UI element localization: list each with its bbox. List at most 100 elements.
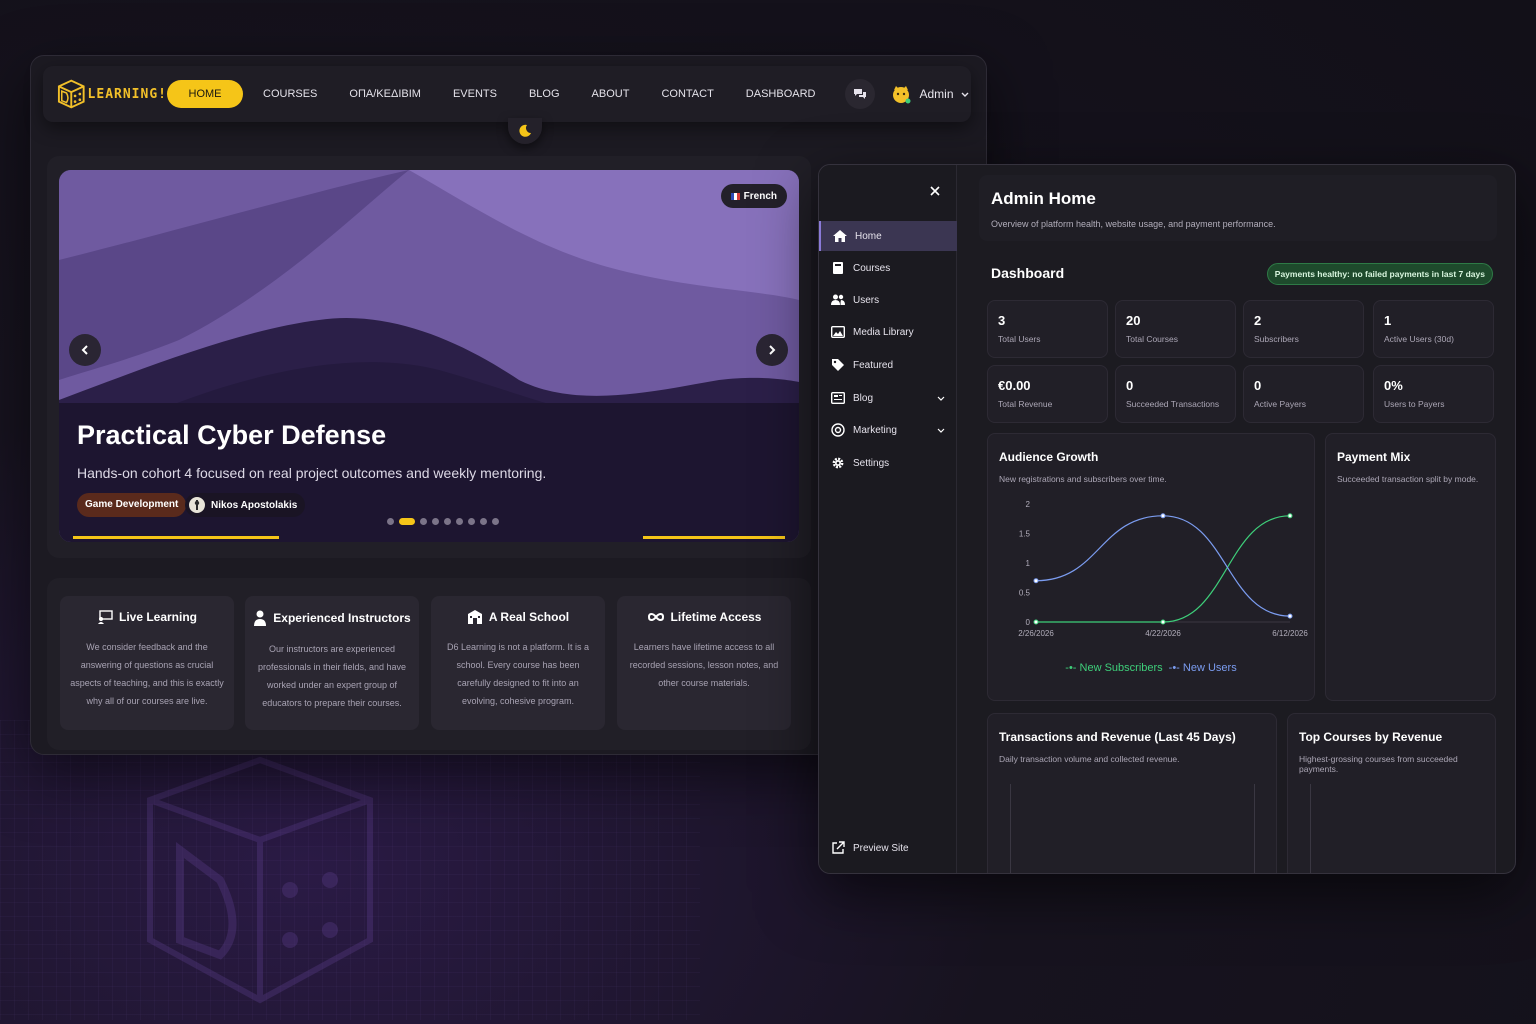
chat-button[interactable]	[845, 79, 876, 109]
nav-opa-kedivim[interactable]: ΟΠΑ/ΚΕΔΙΒΙΜ	[333, 80, 437, 108]
top-courses-panel: Top Courses by Revenue Highest-grossing …	[1287, 713, 1496, 873]
language-badge[interactable]: French	[720, 184, 787, 208]
stat-card: 1 Active Users (30d)	[1373, 300, 1494, 358]
french-flag-icon	[730, 192, 740, 200]
sidebar-item-courses[interactable]: Courses	[819, 253, 957, 283]
sidebar-item-label: Home	[855, 230, 882, 242]
carousel-dot[interactable]	[468, 518, 475, 525]
data-point	[1287, 613, 1293, 619]
series-line	[1035, 515, 1291, 617]
carousel-dot[interactable]	[480, 518, 487, 525]
chevron-down-icon	[961, 92, 968, 97]
feature-card-lifetime-access: Lifetime Access Learners have lifetime a…	[617, 596, 791, 730]
carousel-dot[interactable]	[387, 518, 394, 525]
hero-section: French Practical Cyber Defense Hands-on …	[47, 156, 811, 558]
carousel-dot[interactable]	[444, 518, 451, 525]
site-logo[interactable]: LEARNING!	[57, 78, 167, 110]
chat-bubbles-icon	[854, 89, 867, 99]
stat-card: €0.00 Total Revenue	[987, 365, 1108, 423]
feature-text: We consider feedback and the answering o…	[70, 642, 224, 706]
sidebar-item-label: Marketing	[853, 424, 897, 436]
carousel-dot[interactable]	[492, 518, 499, 525]
sidebar-item-home[interactable]: Home	[819, 221, 957, 251]
author-badge[interactable]: Nikos Apostolakis	[185, 493, 306, 517]
audience-growth-panel: Audience Growth New registrations and su…	[987, 433, 1315, 701]
sidebar-item-settings[interactable]: Settings	[819, 448, 957, 478]
panel-subtitle: Highest-grossing courses from succeeded …	[1299, 754, 1458, 774]
infinity-icon	[647, 613, 664, 621]
stat-value: 3	[998, 313, 1006, 328]
user-name: Admin	[919, 87, 954, 101]
author-avatar	[189, 497, 205, 513]
sidebar-item-label: Users	[853, 294, 880, 306]
carousel-prev-button[interactable]	[69, 334, 101, 366]
stat-value: 0%	[1384, 378, 1403, 393]
hero-carousel: French Practical Cyber Defense Hands-on …	[59, 170, 799, 542]
category-badge[interactable]: Game Development	[77, 493, 187, 517]
sidebar-item-marketing[interactable]: Marketing	[819, 415, 957, 445]
stat-label: Total Courses	[1126, 334, 1178, 344]
hero-title[interactable]: Practical Cyber Defense	[77, 420, 386, 451]
sidebar-item-media-library[interactable]: Media Library	[819, 317, 957, 347]
site-navbar: LEARNING! HOME COURSES ΟΠΑ/ΚΕΔΙΒΙΜ EVENT…	[43, 66, 971, 122]
carousel-next-button[interactable]	[756, 334, 788, 366]
features-section: Live Learning We consider feedback and t…	[47, 578, 811, 750]
external-link-icon	[832, 841, 845, 854]
preview-site-link[interactable]: Preview Site	[819, 833, 957, 863]
stat-card: 0 Active Payers	[1243, 365, 1364, 423]
nav-about[interactable]: ABOUT	[576, 80, 646, 108]
legend-item[interactable]: -•- New Users	[1169, 662, 1237, 674]
live-learning-icon	[97, 610, 113, 624]
carousel-dot[interactable]	[456, 518, 463, 525]
tag-icon	[832, 359, 844, 371]
panel-title: Top Courses by Revenue	[1299, 730, 1443, 744]
stat-card: 20 Total Courses	[1115, 300, 1236, 358]
legend-item[interactable]: -•- New Subscribers	[1065, 662, 1162, 674]
stat-value: 0	[1126, 378, 1134, 393]
feature-card-real-school: A Real School D6 Learning is not a platf…	[431, 596, 605, 730]
chart-legend: -•- New Subscribers -•- New Users	[988, 662, 1314, 674]
theme-toggle[interactable]	[508, 118, 542, 144]
data-point	[1033, 619, 1039, 625]
sidebar-item-label: Courses	[853, 262, 891, 274]
chevron-right-icon	[769, 345, 776, 355]
page-title: Admin Home	[991, 189, 1096, 208]
data-point	[1160, 619, 1166, 625]
user-menu[interactable]: Admin	[891, 84, 969, 104]
panel-title: Payment Mix	[1337, 450, 1411, 464]
audience-growth-chart: 0 0.5 1 1.5 2 2/26/2026 4/22/2026 6/12/2026	[1018, 500, 1308, 638]
y-tick-label: 1.5	[1019, 530, 1031, 539]
nav-dashboard[interactable]: DASHBOARD	[730, 80, 832, 108]
carousel-dot[interactable]	[399, 518, 415, 525]
nav-contact[interactable]: CONTACT	[645, 80, 729, 108]
stat-label: Subscribers	[1254, 334, 1299, 344]
carousel-dots	[387, 518, 499, 525]
feature-title: Lifetime Access	[670, 610, 762, 624]
hero-wave-art	[59, 170, 799, 410]
y-tick-label: 0	[1026, 618, 1031, 627]
logo-wordmark: LEARNING!	[87, 86, 167, 102]
nav-blog[interactable]: BLOG	[513, 80, 576, 108]
page-subtitle: Overview of platform health, website usa…	[991, 219, 1276, 229]
y-tick-label: 0.5	[1019, 589, 1031, 598]
chevron-down-icon	[937, 428, 945, 433]
carousel-progress	[73, 536, 785, 539]
carousel-dot[interactable]	[432, 518, 439, 525]
stat-card: 3 Total Users	[987, 300, 1108, 358]
sidebar-item-users[interactable]: Users	[819, 285, 957, 315]
chart-axis	[1254, 784, 1255, 873]
sidebar-item-blog[interactable]: Blog	[819, 383, 957, 413]
target-icon	[831, 423, 845, 437]
series-line	[1036, 515, 1291, 623]
nav-home[interactable]: HOME	[167, 80, 243, 108]
stat-label: Succeeded Transactions	[1126, 399, 1220, 409]
close-sidebar-button[interactable]	[925, 181, 945, 201]
carousel-dot[interactable]	[420, 518, 427, 525]
panel-title: Audience Growth	[999, 450, 1099, 464]
feature-card-experienced-instructors: Experienced Instructors Our instructors …	[245, 596, 419, 730]
admin-sidebar: Home Courses Users Media Library Feature…	[819, 165, 957, 873]
nav-events[interactable]: EVENTS	[437, 80, 513, 108]
sidebar-item-featured[interactable]: Featured	[819, 350, 957, 380]
nav-courses[interactable]: COURSES	[247, 80, 333, 108]
author-name: Nikos Apostolakis	[211, 499, 298, 511]
